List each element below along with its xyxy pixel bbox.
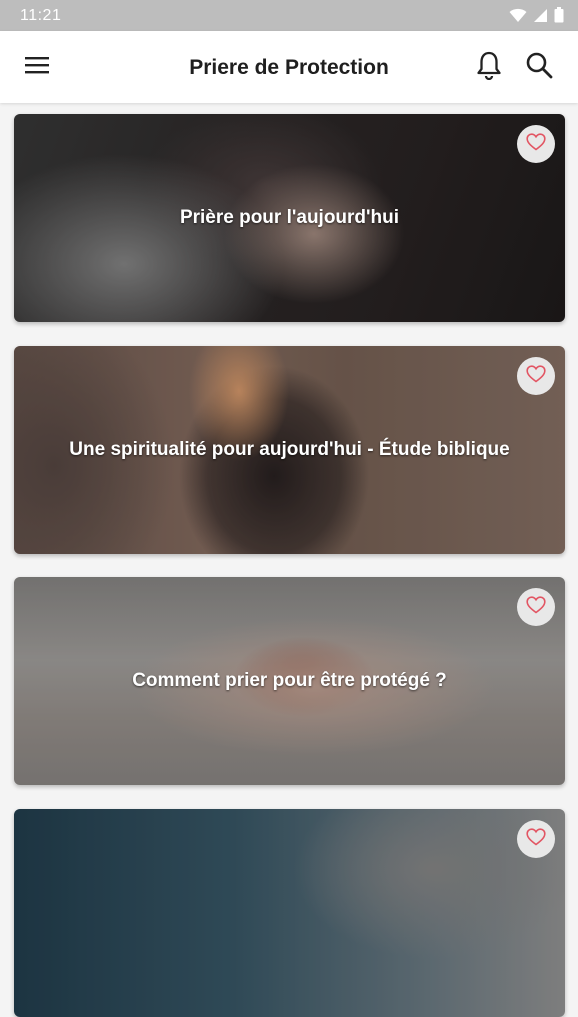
card-title: Comment prier pour être protégé ?: [132, 670, 447, 691]
search-icon: [525, 51, 553, 84]
wifi-icon: [509, 8, 527, 28]
card-partial[interactable]: [14, 809, 565, 1017]
heart-outline-icon: [526, 595, 546, 619]
bell-icon: [476, 50, 502, 85]
heart-outline-icon: [526, 132, 546, 156]
app-bar: Priere de Protection: [0, 31, 578, 103]
heart-outline-icon: [526, 364, 546, 388]
favorite-button[interactable]: [517, 820, 555, 858]
status-bar: 11:21: [0, 0, 578, 31]
notifications-button[interactable]: [473, 51, 505, 83]
favorite-button[interactable]: [517, 125, 555, 163]
card-priere-aujourdhui[interactable]: Prière pour l'aujourd'hui: [14, 114, 565, 322]
heart-outline-icon: [526, 827, 546, 851]
search-button[interactable]: [523, 51, 555, 83]
status-time: 11:21: [20, 7, 62, 24]
battery-icon: [554, 7, 564, 28]
card-title: Prière pour l'aujourd'hui: [179, 207, 400, 228]
favorite-button[interactable]: [517, 588, 555, 626]
card-title: Une spiritualité pour aujourd'hui - Étud…: [69, 439, 510, 460]
favorite-button[interactable]: [517, 357, 555, 395]
card-spiritualite[interactable]: Une spiritualité pour aujourd'hui - Étud…: [14, 346, 565, 554]
card-comment-prier[interactable]: Comment prier pour être protégé ?: [14, 577, 565, 785]
signal-icon: [533, 8, 548, 28]
status-icons: [509, 7, 564, 28]
